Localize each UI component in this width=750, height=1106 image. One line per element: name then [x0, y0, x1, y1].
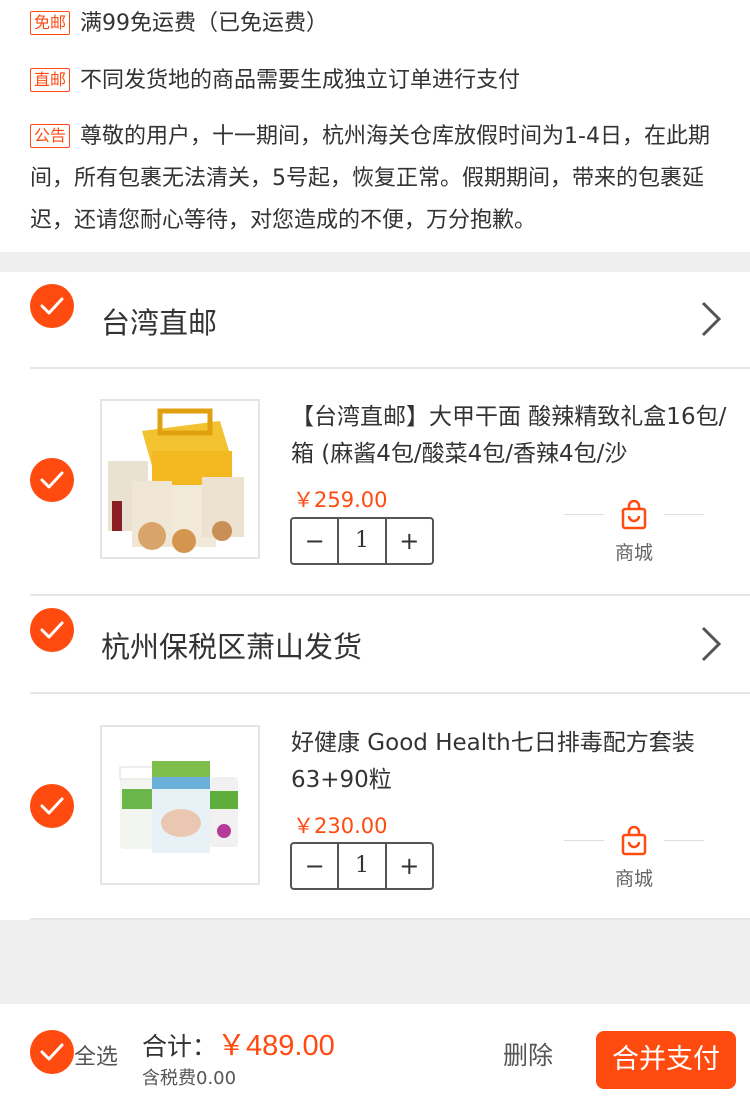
mall-label: 商城	[614, 868, 653, 890]
group-2-check-icon[interactable]	[30, 608, 74, 652]
item-2-price: ￥230.00	[293, 814, 388, 838]
notice-tag: 直邮	[30, 68, 71, 92]
divider	[30, 918, 750, 920]
checkout-bar: 全选 合计：￥489.00 含税费0.00 删除 合并支付	[0, 1004, 750, 1106]
item-2-image[interactable]	[100, 725, 260, 885]
minus-icon[interactable]: −	[292, 519, 337, 563]
divider	[664, 840, 704, 841]
notice-direct-mail: 直邮 不同发货地的商品需要生成独立订单进行支付	[30, 60, 722, 102]
notice-tag: 免邮	[30, 11, 71, 35]
divider	[30, 594, 750, 596]
shopping-bag-icon[interactable]	[620, 500, 648, 530]
group-1-title[interactable]: 台湾直邮	[101, 300, 217, 342]
notice-text: 不同发货地的商品需要生成独立订单进行支付	[80, 68, 521, 93]
chevron-right-icon[interactable]	[700, 625, 722, 663]
quantity-value[interactable]: 1	[337, 519, 387, 563]
merge-pay-button[interactable]: 合并支付	[596, 1031, 736, 1089]
notice-free-shipping: 免邮 满99免运费（已免运费）	[30, 3, 722, 45]
notice-text: 满99免运费（已免运费）	[80, 11, 329, 36]
total-amount: ￥489.00	[217, 1030, 335, 1062]
minus-icon[interactable]: −	[292, 844, 337, 888]
divider	[564, 840, 604, 841]
item-1-title[interactable]: 【台湾直邮】大甲干面 酸辣精致礼盒16包/箱 (麻酱4包/酸菜4包/香辣4包/沙	[291, 399, 731, 473]
item-1-quantity-stepper[interactable]: − 1 +	[290, 517, 434, 565]
divider	[564, 514, 604, 515]
notice-panel: 免邮 满99免运费（已免运费） 直邮 不同发货地的商品需要生成独立订单进行支付 公告…	[0, 0, 750, 252]
item-1-price: ￥259.00	[293, 488, 388, 512]
divider	[664, 514, 704, 515]
group-1-check-icon[interactable]	[30, 284, 74, 328]
quantity-value[interactable]: 1	[337, 844, 387, 888]
item-2-check-icon[interactable]	[30, 784, 74, 828]
cart-list: 台湾直邮 【台湾直邮】大甲干面 酸辣精致礼盒16包/箱 (麻酱4包/酸菜4包/香…	[0, 272, 750, 920]
total-label: 合计：	[142, 1032, 218, 1061]
shopping-bag-icon[interactable]	[620, 826, 648, 856]
group-2-title[interactable]: 杭州保税区萧山发货	[101, 624, 362, 666]
notice-announcement: 公告 尊敬的用户，十一期间，杭州海关仓库放假时间为1-4日，在此期间，所有包裹无法…	[30, 116, 722, 242]
select-all-label[interactable]: 全选	[74, 1039, 118, 1071]
chevron-right-icon[interactable]	[700, 300, 722, 338]
divider	[30, 692, 750, 694]
plus-icon[interactable]: +	[387, 519, 432, 563]
select-all-check-icon[interactable]	[30, 1030, 74, 1074]
notice-text: 尊敬的用户，十一期间，杭州海关仓库放假时间为1-4日，在此期间，所有包裹无法清关…	[30, 124, 710, 233]
delete-button[interactable]: 删除	[503, 1036, 553, 1072]
divider	[30, 367, 750, 369]
plus-icon[interactable]: +	[387, 844, 432, 888]
item-2-quantity-stepper[interactable]: − 1 +	[290, 842, 434, 890]
mall-label: 商城	[614, 542, 653, 564]
item-2-title[interactable]: 好健康 Good Health七日排毒配方套装63+90粒	[291, 725, 731, 799]
total-summary: 合计：￥489.00	[142, 1022, 335, 1064]
notice-tag: 公告	[30, 124, 71, 148]
item-1-image[interactable]	[100, 399, 260, 559]
tax-note: 含税费0.00	[142, 1068, 237, 1089]
item-1-check-icon[interactable]	[30, 458, 74, 502]
